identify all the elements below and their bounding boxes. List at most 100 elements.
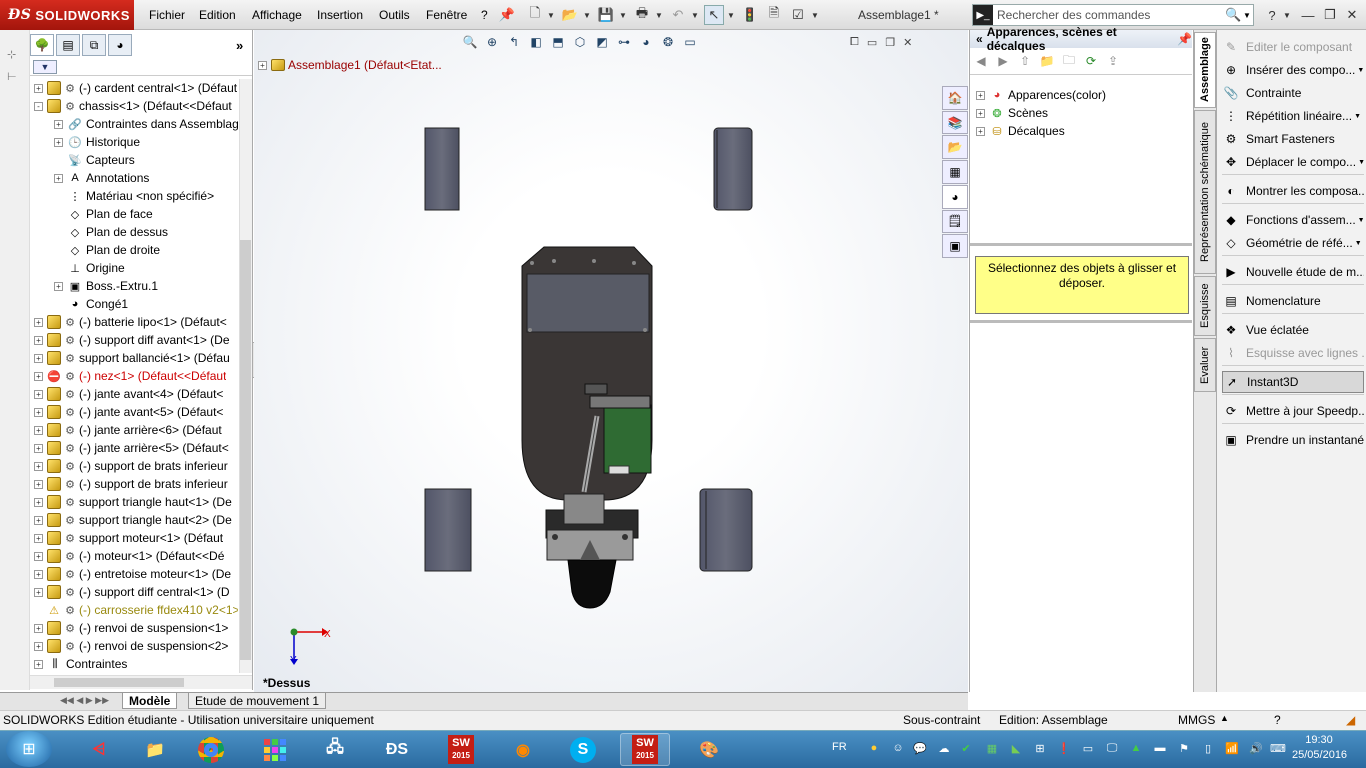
options-icon[interactable]: ☑ — [788, 5, 808, 25]
tree-item[interactable]: + ⚙ (-) renvoi de suspension<1> — [32, 619, 238, 637]
command-button[interactable]: ▤ Nomenclature — [1222, 290, 1364, 312]
tray-keyboard-icon[interactable]: ⌨ — [1270, 740, 1286, 756]
tab-nav-arrows-icon[interactable]: ◀◀ ◀ ▶ ▶▶ — [60, 695, 109, 706]
configuration-manager-tab-icon[interactable]: ⧉ — [82, 34, 106, 56]
tree-item[interactable]: + ⚙ (-) moteur<1> (Défaut<<Dé — [32, 547, 238, 565]
tree-item[interactable]: + ⚙ (-) cardent central<1> (Défaut — [32, 79, 238, 97]
print-dropdown-icon[interactable]: ▼ — [654, 5, 664, 25]
appearance-tree-item[interactable]: + ⛁ Décalques — [976, 122, 1106, 140]
menu-outils[interactable]: Outils — [379, 0, 410, 30]
tree-item[interactable]: + ⚙ (-) jante avant<5> (Défaut< — [32, 403, 238, 421]
command-button[interactable]: ➚ Instant3D — [1222, 371, 1364, 393]
tree-item[interactable]: ⚠ ⚙ (-) carrosserie ffdex410 v2<1> — [32, 601, 238, 619]
tray-green-app-icon[interactable]: ▦ — [984, 740, 1000, 756]
rebuild-traffic-light-icon[interactable]: 🚦 — [740, 5, 760, 25]
expand-icon[interactable]: + — [54, 119, 63, 129]
taskbar-skype-icon[interactable]: S — [558, 733, 608, 766]
command-search[interactable]: ▶_ Rechercher des commandes 🔍 ▼ — [972, 4, 1254, 26]
tree-item[interactable]: + ⛔ ⚙ (-) nez<1> (Défaut<<Défaut — [32, 367, 238, 385]
solidworks-logo[interactable]: ƉS SOLIDWORKS — [0, 0, 134, 30]
pin-icon[interactable]: 📌 — [497, 5, 517, 25]
tray-wifi-icon[interactable]: 📶 — [1224, 740, 1240, 756]
command-button[interactable]: ▣ Prendre un instantané — [1222, 429, 1364, 451]
expand-icon[interactable]: + — [976, 108, 985, 118]
refresh-icon[interactable]: ⟳ — [1082, 52, 1100, 70]
command-button[interactable]: ⊕ Insérer des compo... ▼ — [1222, 59, 1364, 81]
tray-nvidia-icon[interactable]: ◣ — [1008, 740, 1024, 756]
tab-etude-mouvement[interactable]: Etude de mouvement 1 — [188, 693, 327, 709]
expand-icon[interactable]: + — [54, 137, 63, 147]
tree-item[interactable]: + A Annotations — [32, 169, 238, 187]
view-palette-icon[interactable]: ▦ — [942, 160, 968, 184]
expand-icon[interactable]: + — [34, 389, 43, 399]
units-dropdown-icon[interactable]: ▲ — [1220, 713, 1229, 723]
expand-icon[interactable]: + — [34, 83, 43, 93]
tree-item[interactable]: ⊥ Origine — [32, 259, 238, 277]
expand-icon[interactable]: + — [34, 551, 43, 561]
tree-item[interactable]: ◇ Plan de droite — [32, 241, 238, 259]
tree-item[interactable]: + ⚙ support triangle haut<1> (De — [32, 493, 238, 511]
tree-item[interactable]: + ⚙ (-) renvoi de suspension<2> — [32, 637, 238, 655]
expand-icon[interactable]: + — [34, 533, 43, 543]
status-resize-icon[interactable]: ◢ — [1346, 713, 1355, 727]
tree-item[interactable]: ◇ Plan de dessus — [32, 223, 238, 241]
tree-item[interactable]: - ⚙ chassis<1> (Défaut<<Défaut — [32, 97, 238, 115]
command-button[interactable]: ◇ Géométrie de réfé... ▼ — [1222, 232, 1364, 254]
expand-icon[interactable]: + — [34, 587, 43, 597]
display-manager-tab-icon[interactable]: ◕ — [108, 34, 132, 56]
command-button[interactable]: ⟳ Mettre à jour Speedp... — [1222, 400, 1364, 422]
tree-item[interactable]: + ⚙ support moteur<1> (Défaut — [32, 529, 238, 547]
appearances-icon[interactable]: ◕ — [942, 184, 968, 209]
language-indicator[interactable]: FR — [832, 741, 847, 753]
expand-icon[interactable]: + — [976, 126, 985, 136]
assembly-model-view[interactable] — [254, 30, 968, 692]
solidworks-forum-icon[interactable]: ▣ — [942, 234, 968, 259]
select-dropdown-icon[interactable]: ▼ — [726, 5, 736, 25]
menu-fenetre[interactable]: Fenêtre — [426, 0, 467, 30]
pane-splitter-lower[interactable] — [970, 320, 1192, 323]
forward-icon[interactable]: ▶ — [994, 52, 1012, 70]
front-right-wheel[interactable] — [713, 127, 753, 211]
select-cursor-icon[interactable]: ↖ — [704, 5, 724, 25]
expand-icon[interactable]: + — [34, 407, 43, 417]
tray-flag-icon[interactable]: ⚑ — [1176, 740, 1192, 756]
tree-item[interactable]: + ⚙ (-) jante arrière<5> (Défaut< — [32, 439, 238, 457]
file-properties-icon[interactable]: 🗎 — [764, 5, 784, 25]
file-explorer-icon[interactable]: 📂 — [942, 135, 968, 160]
up-folder-icon[interactable]: ⇧ — [1016, 52, 1034, 70]
tree-scroll-thumb[interactable] — [240, 240, 251, 660]
tray-security-icon[interactable]: ✔ — [958, 740, 974, 756]
expand-panel-icon[interactable]: » — [236, 38, 243, 53]
restore-icon[interactable]: ❐ — [1320, 5, 1340, 25]
tree-item[interactable]: + ⚙ support triangle haut<2> (De — [32, 511, 238, 529]
menu-affichage[interactable]: Affichage — [252, 0, 302, 30]
menu-insertion[interactable]: Insertion — [317, 0, 363, 30]
tree-item[interactable]: + ⚙ (-) support de brats inferieur — [32, 475, 238, 493]
taskbar-apps-grid-icon[interactable] — [250, 733, 300, 766]
new-dropdown-icon[interactable]: ▼ — [546, 5, 556, 25]
command-button[interactable]: ▶ Nouvelle étude de m... — [1222, 261, 1364, 283]
tray-cloud-icon[interactable]: ☁ — [936, 740, 952, 756]
front-left-wheel[interactable] — [424, 127, 460, 211]
command-button[interactable]: ⋮ Répétition linéaire... ▼ — [1222, 105, 1364, 127]
tree-item[interactable]: + ⚙ (-) support diff avant<1> (De — [32, 331, 238, 349]
taskbar-solidworks-open-icon[interactable]: SW 2015 — [620, 733, 670, 766]
undo-icon[interactable]: ↶ — [668, 5, 688, 25]
expand-icon[interactable]: + — [54, 173, 63, 183]
expand-icon[interactable]: + — [34, 497, 43, 507]
options-dropdown-icon[interactable]: ▼ — [810, 5, 820, 25]
expand-icon[interactable]: + — [976, 90, 985, 100]
tree-horizontal-scrollbar[interactable] — [30, 675, 252, 689]
tree-item[interactable]: 📡 Capteurs — [32, 151, 238, 169]
tray-storage-icon[interactable]: ▬ — [1152, 740, 1168, 756]
tab-modele[interactable]: Modèle — [122, 693, 178, 709]
tab-assemblage[interactable]: Assemblage — [1194, 32, 1216, 108]
command-dropdown-icon[interactable]: ▼ — [1354, 113, 1361, 120]
minimize-icon[interactable]: — — [1298, 5, 1318, 25]
command-button[interactable]: ❖ Vue éclatée — [1222, 319, 1364, 341]
expand-icon[interactable]: + — [34, 317, 43, 327]
folder-icon[interactable]: 🗀 — [1060, 52, 1078, 70]
command-dropdown-icon[interactable]: ▼ — [1355, 240, 1362, 247]
tray-monitor-icon[interactable]: 🖵 — [1104, 740, 1120, 756]
expand-icon[interactable]: + — [34, 425, 43, 435]
